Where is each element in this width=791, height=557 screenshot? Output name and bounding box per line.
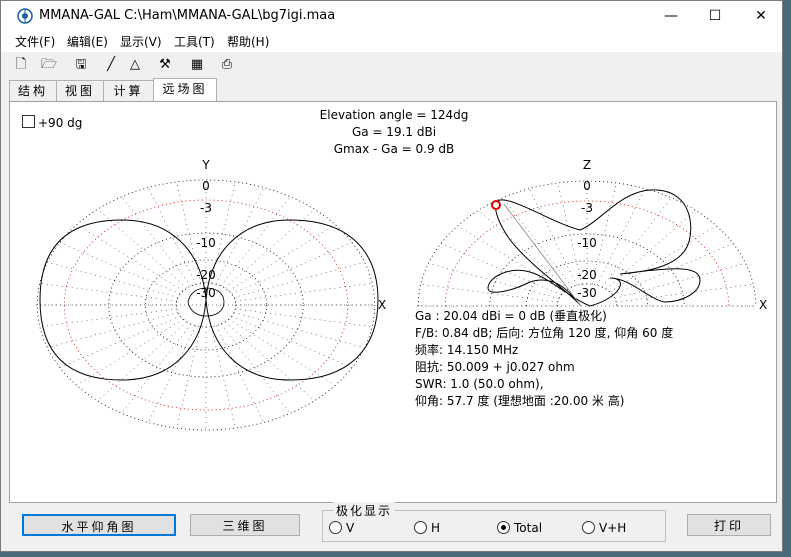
right-ring-label-30: -30 (577, 286, 597, 300)
right-ring-label-3: -3 (581, 201, 593, 215)
left-ring-label-20: -20 (196, 268, 216, 282)
right-axis-z: Z (583, 158, 591, 172)
main-window: MMANA-GAL C:\Ham\MMANA-GAL\bg7igi.maa — … (0, 0, 783, 552)
tab-structure[interactable]: 结构 (9, 80, 57, 101)
polarization-title: 极化显示 (333, 502, 396, 519)
maximize-button[interactable]: ☐ (692, 1, 738, 31)
tools-icon[interactable]: ⚒ (155, 55, 175, 75)
open-folder-icon[interactable]: 🗁 (39, 55, 59, 75)
radio-v-label: V (346, 521, 355, 535)
tab-far-field[interactable]: 远场图 (153, 78, 217, 101)
radio-v-dot[interactable] (329, 521, 342, 534)
left-ring-label-10: -10 (196, 236, 216, 250)
left-axis-y: Y (201, 158, 210, 172)
plot-labels: Y X 0 -3 -10 -20 -30 Z X 0 -3 -10 -20 -3… (196, 158, 767, 312)
radio-total[interactable]: Total (497, 521, 542, 535)
radio-v[interactable]: V (329, 521, 354, 535)
menu-bar: 文件(F) 编辑(E) 显示(V) 工具(T) 帮助(H) (1, 31, 782, 52)
info-ga: Ga : 20.04 dBi = 0 dB (垂直极化) (415, 309, 607, 323)
line-tool-icon[interactable]: ╱ (101, 55, 121, 75)
menu-help[interactable]: 帮助(H) (227, 33, 269, 50)
right-ring-label-0: 0 (583, 179, 591, 193)
title-bar: MMANA-GAL C:\Ham\MMANA-GAL\bg7igi.maa — … (1, 1, 782, 31)
calculator-icon[interactable]: ▦ (187, 55, 207, 75)
export-icon[interactable]: ⎙ (217, 55, 237, 75)
radio-vh-label: V+H (599, 521, 627, 535)
left-axis-x: X (378, 298, 386, 312)
radio-vh-dot[interactable] (582, 521, 595, 534)
right-ring-label-20: -20 (577, 268, 597, 282)
save-icon[interactable]: 🖫 (71, 55, 91, 75)
right-axis-x: X (759, 298, 767, 312)
menu-file[interactable]: 文件(F) (15, 33, 55, 50)
menu-tools[interactable]: 工具(T) (174, 33, 215, 50)
right-ring-label-10: -10 (577, 236, 597, 250)
info-impedance: 阻抗: 50.009 + j0.027 ohm (415, 360, 575, 374)
3d-view-button[interactable]: 三维图 (190, 514, 300, 536)
app-icon (17, 8, 33, 24)
radio-h-label: H (431, 521, 441, 535)
polarization-group: 极化显示 V H Total V+H (322, 502, 666, 542)
radio-total-label: Total (514, 521, 543, 535)
radio-total-dot[interactable] (497, 521, 510, 534)
radio-h-dot[interactable] (414, 521, 427, 534)
tab-calculate[interactable]: 计算 (103, 80, 154, 101)
info-fb: F/B: 0.84 dB; 后向: 方位角 120 度, 仰角 60 度 (415, 326, 674, 340)
left-ring-label-3: -3 (200, 201, 212, 215)
radio-vh[interactable]: V+H (582, 521, 626, 535)
toolbar: 🗋 🗁 🖫 ╱ △ ⚒ ▦ ⎙ (1, 53, 782, 77)
left-ring-label-30: -30 (196, 286, 216, 300)
print-button[interactable]: 打印 (687, 514, 771, 536)
window-title: MMANA-GAL C:\Ham\MMANA-GAL\bg7igi.maa (39, 8, 336, 23)
horizontal-elevation-button[interactable]: 水平仰角图 (22, 514, 176, 536)
close-button[interactable]: ✕ (738, 1, 784, 31)
new-file-icon[interactable]: 🗋 (11, 55, 31, 75)
menu-edit[interactable]: 编辑(E) (67, 33, 108, 50)
info-frequency: 频率: 14.150 MHz (415, 343, 519, 357)
info-elevation: 仰角: 57.7 度 (理想地面 :20.00 米 高) (415, 394, 625, 408)
radio-h[interactable]: H (414, 521, 440, 535)
info-swr: SWR: 1.0 (50.0 ohm), (415, 377, 544, 391)
minimize-button[interactable]: — (648, 1, 694, 31)
left-ring-label-0: 0 (202, 179, 210, 193)
menu-view[interactable]: 显示(V) (120, 33, 162, 50)
triangle-tool-icon[interactable]: △ (125, 55, 145, 75)
tab-view[interactable]: 视图 (56, 80, 104, 101)
far-field-panel: +90 dg Elevation angle = 124dg Ga = 19.1… (9, 101, 777, 503)
